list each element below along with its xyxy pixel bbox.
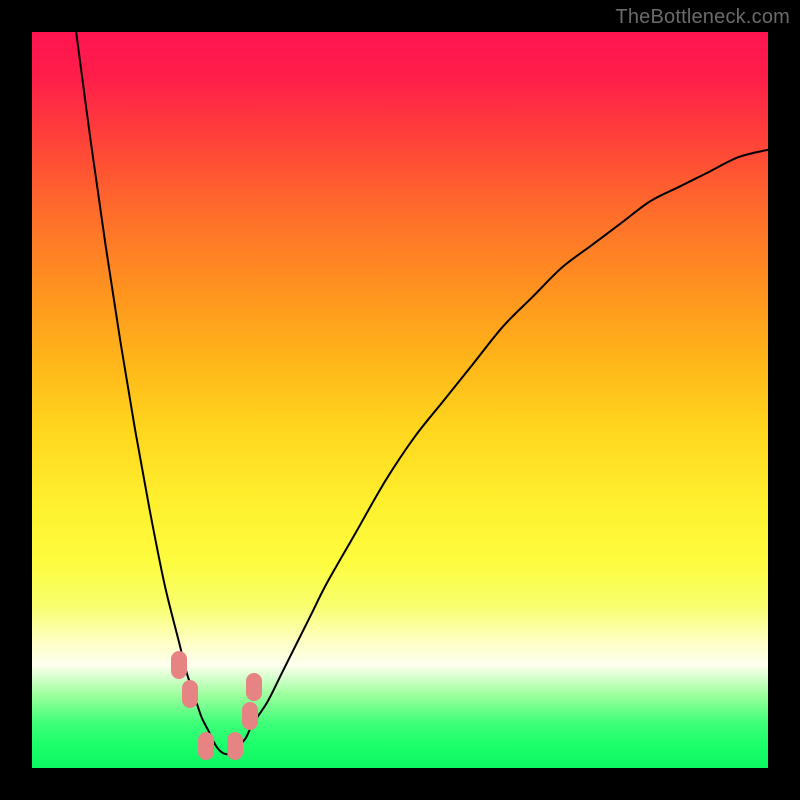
marker-right-upper [246,673,262,701]
bottleneck-curve [32,32,768,768]
curve-path [76,32,768,754]
chart-container: TheBottleneck.com [0,0,800,800]
marker-left-lower [182,680,198,708]
watermark: TheBottleneck.com [615,6,790,29]
marker-bottom-left [198,732,214,760]
marker-right-lower [242,702,258,730]
plot-area [32,32,768,768]
marker-left-upper [171,651,187,679]
marker-bottom-right [227,732,243,760]
